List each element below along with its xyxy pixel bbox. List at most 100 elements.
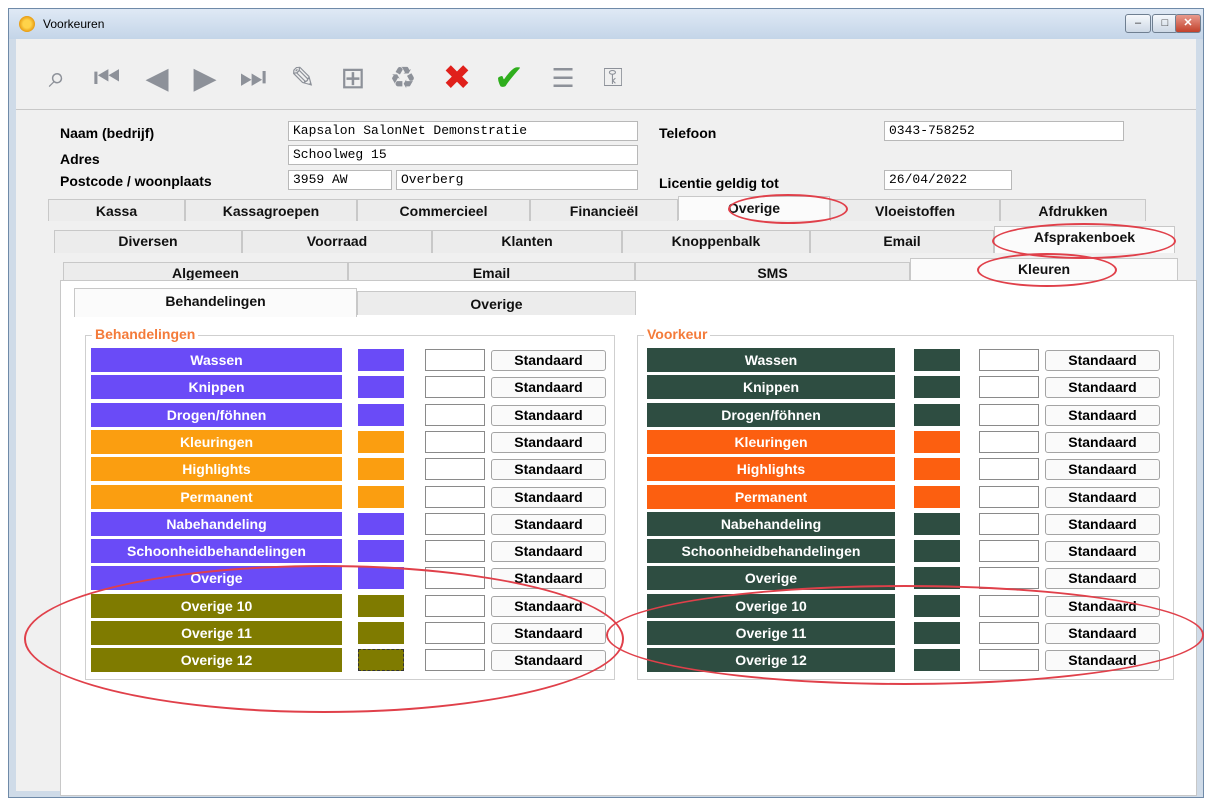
right-standaard-button[interactable]: Standaard [1045,404,1160,426]
tab-commercieel[interactable]: Commercieel [357,199,530,221]
left-color-swatch[interactable] [358,594,404,617]
right-standaard-button[interactable]: Standaard [1045,459,1160,481]
right-standaard-button[interactable]: Standaard [1045,513,1160,535]
right-category-label[interactable]: Overige 11 [647,621,895,645]
left-category-label[interactable]: Permanent [91,484,342,509]
left-standaard-button[interactable]: Standaard [491,404,606,426]
right-standaard-button[interactable]: Standaard [1045,650,1160,672]
left-text-color-box[interactable] [425,376,485,399]
right-category-label[interactable]: Permanent [647,484,895,509]
left-category-label[interactable]: Overige 10 [91,593,342,618]
right-color-swatch[interactable] [914,540,960,563]
right-category-label[interactable]: Nabehandeling [647,511,895,536]
tab-diversen[interactable]: Diversen [54,230,242,253]
right-color-swatch[interactable] [914,649,960,672]
left-standaard-button[interactable]: Standaard [491,513,606,535]
left-category-label[interactable]: Overige 11 [91,621,342,645]
tab-kleuren-overige[interactable]: Overige [357,291,636,315]
first-record-icon[interactable]: ⏮ [88,59,126,97]
left-color-swatch[interactable] [358,458,404,481]
tab-email[interactable]: Email [810,230,994,253]
left-category-label[interactable]: Drogen/föhnen [91,402,342,427]
right-standaard-button[interactable]: Standaard [1045,350,1160,371]
left-text-color-box[interactable] [425,512,485,535]
left-text-color-box[interactable] [425,430,485,453]
left-text-color-box[interactable] [425,567,485,590]
left-standaard-button[interactable]: Standaard [491,623,606,644]
left-color-swatch[interactable] [358,485,404,508]
right-standaard-button[interactable]: Standaard [1045,623,1160,644]
right-text-color-box[interactable] [979,622,1039,644]
trash-icon[interactable]: ♻ [384,59,422,97]
right-color-swatch[interactable] [914,594,960,617]
left-category-label[interactable]: Kleuringen [91,429,342,454]
left-text-color-box[interactable] [425,649,485,672]
right-standaard-button[interactable]: Standaard [1045,486,1160,508]
left-standaard-button[interactable]: Standaard [491,541,606,563]
left-standaard-button[interactable]: Standaard [491,650,606,672]
right-standaard-button[interactable]: Standaard [1045,431,1160,453]
left-color-swatch[interactable] [358,403,404,426]
tab-knoppenbalk[interactable]: Knoppenbalk [622,230,810,253]
tab-afsprakenboek[interactable]: Afsprakenboek [994,226,1175,253]
left-text-color-box[interactable] [425,622,485,644]
woonplaats-field[interactable]: Overberg [396,170,638,190]
licentie-field[interactable]: 26/04/2022 [884,170,1012,190]
tab-kassagroepen[interactable]: Kassagroepen [185,199,357,221]
right-category-label[interactable]: Drogen/föhnen [647,402,895,427]
right-category-label[interactable]: Knippen [647,375,895,400]
left-category-label[interactable]: Overige [91,566,342,591]
tab-vloeistoffen[interactable]: Vloeistoffen [830,199,1000,221]
left-category-label[interactable]: Nabehandeling [91,511,342,536]
naam-field[interactable]: Kapsalon SalonNet Demonstratie [288,121,638,141]
right-color-swatch[interactable] [914,622,960,644]
left-standaard-button[interactable]: Standaard [491,568,606,590]
right-text-color-box[interactable] [979,540,1039,563]
left-standaard-button[interactable]: Standaard [491,459,606,481]
right-text-color-box[interactable] [979,512,1039,535]
left-color-swatch[interactable] [358,430,404,453]
left-text-color-box[interactable] [425,594,485,617]
right-standaard-button[interactable]: Standaard [1045,568,1160,590]
right-color-swatch[interactable] [914,403,960,426]
left-standaard-button[interactable]: Standaard [491,595,606,617]
right-text-color-box[interactable] [979,403,1039,426]
right-color-swatch[interactable] [914,458,960,481]
right-text-color-box[interactable] [979,567,1039,590]
tab-voorraad[interactable]: Voorraad [242,230,432,253]
close-button[interactable]: ✕ [1175,14,1201,33]
left-text-color-box[interactable] [425,458,485,481]
tab-klanten[interactable]: Klanten [432,230,622,253]
list-icon[interactable]: ☰ [544,59,582,97]
right-text-color-box[interactable] [979,594,1039,617]
right-category-label[interactable]: Overige 10 [647,593,895,618]
add-icon[interactable]: ⊞ [334,59,372,97]
next-record-icon[interactable]: ▶ [186,59,224,97]
right-category-label[interactable]: Overige [647,566,895,591]
right-color-swatch[interactable] [914,485,960,508]
right-category-label[interactable]: Highlights [647,457,895,482]
left-standaard-button[interactable]: Standaard [491,431,606,453]
left-text-color-box[interactable] [425,540,485,563]
right-category-label[interactable]: Wassen [647,348,895,372]
tab-kassa[interactable]: Kassa [48,199,185,221]
left-category-label[interactable]: Knippen [91,375,342,400]
right-color-swatch[interactable] [914,349,960,371]
search-icon[interactable]: ⌕ [38,59,76,97]
left-text-color-box[interactable] [425,485,485,508]
right-color-swatch[interactable] [914,430,960,453]
keys-icon[interactable]: ⚿ [594,59,632,97]
right-text-color-box[interactable] [979,649,1039,672]
tab-afdrukken[interactable]: Afdrukken [1000,199,1146,221]
right-category-label[interactable]: Overige 12 [647,648,895,673]
right-category-label[interactable]: Kleuringen [647,429,895,454]
left-category-label[interactable]: Wassen [91,348,342,372]
edit-icon[interactable]: ✎ [284,59,322,97]
right-standaard-button[interactable]: Standaard [1045,377,1160,399]
left-color-swatch[interactable] [358,349,404,371]
left-color-swatch[interactable] [358,540,404,563]
left-standaard-button[interactable]: Standaard [491,377,606,399]
right-color-swatch[interactable] [914,376,960,399]
left-color-swatch[interactable] [358,567,404,590]
left-color-swatch[interactable] [358,649,404,672]
